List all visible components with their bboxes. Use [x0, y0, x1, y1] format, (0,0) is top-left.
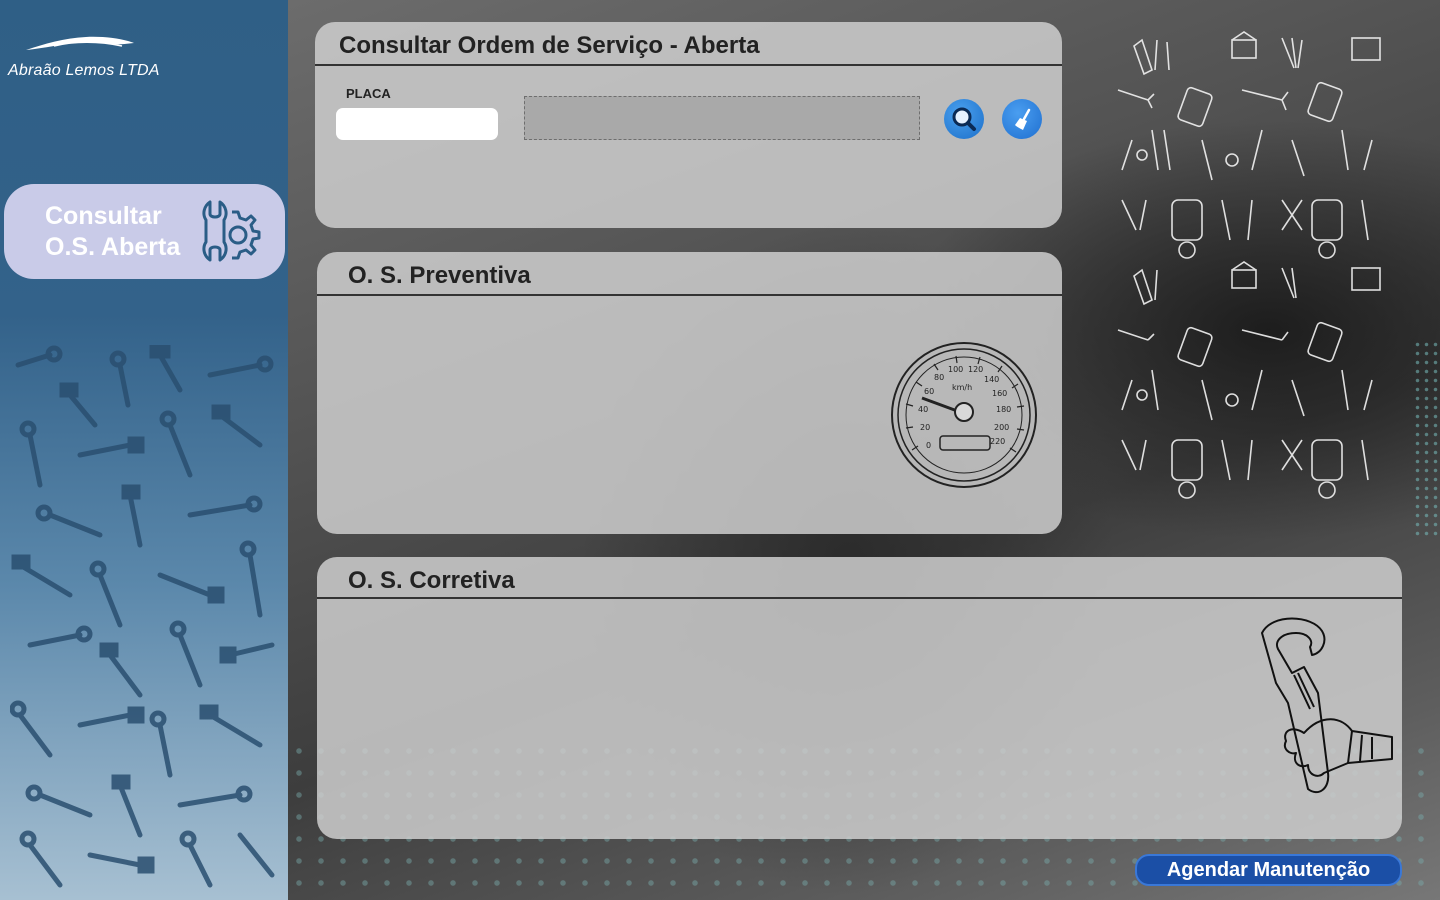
- brand-name: Abraão Lemos LTDA: [8, 62, 160, 79]
- title-divider: [317, 597, 1402, 599]
- consult-panel: Consultar Ordem de Serviço - Aberta PLAC…: [315, 22, 1062, 228]
- hand-wrench-icon: [1261, 617, 1393, 794]
- title-divider: [317, 294, 1062, 296]
- svg-text:40: 40: [918, 405, 928, 414]
- clear-button[interactable]: [1002, 99, 1042, 139]
- preventiva-panel: O. S. Preventiva 0 20 40 60 80 100 120 140 160…: [317, 252, 1062, 534]
- sidebar: Abraão Lemos LTDA Consultar O.S. Aberta: [0, 0, 288, 900]
- corretiva-panel-title: O. S. Corretiva: [348, 567, 515, 594]
- svg-text:160: 160: [992, 389, 1007, 398]
- search-button[interactable]: [944, 99, 984, 139]
- preventiva-panel-title: O. S. Preventiva: [348, 262, 531, 289]
- title-divider: [315, 64, 1062, 66]
- brand-logo: Abraão Lemos LTDA: [8, 30, 208, 86]
- svg-text:200: 200: [994, 423, 1009, 432]
- search-icon: [952, 107, 976, 131]
- svg-text:120: 120: [968, 365, 983, 374]
- svg-text:180: 180: [996, 405, 1011, 414]
- corretiva-panel: O. S. Corretiva: [317, 557, 1402, 839]
- svg-text:100: 100: [948, 365, 963, 374]
- wrench-gear-icon: [202, 200, 261, 262]
- svg-text:220: 220: [990, 437, 1005, 446]
- tools-doodle-pattern: [1117, 31, 1381, 499]
- nav-card-label: Consultar O.S. Aberta: [45, 202, 181, 261]
- svg-text:0: 0: [926, 441, 931, 450]
- placa-label: PLACA: [346, 86, 391, 101]
- svg-text:60: 60: [924, 387, 934, 396]
- tools-pattern: [10, 345, 275, 888]
- placa-input[interactable]: [336, 108, 498, 140]
- car-silhouette-icon: [26, 36, 134, 50]
- consult-panel-title: Consultar Ordem de Serviço - Aberta: [339, 32, 760, 59]
- svg-text:20: 20: [920, 423, 930, 432]
- decorative-dots-right: [1413, 340, 1440, 540]
- nav-consultar-os-aberta[interactable]: Consultar O.S. Aberta: [4, 184, 285, 279]
- svg-text:km/h: km/h: [952, 383, 972, 392]
- svg-text:80: 80: [934, 373, 944, 382]
- agendar-manutencao-button[interactable]: Agendar Manutenção: [1135, 854, 1402, 886]
- speedometer-icon: 0 20 40 6080 100 120140 160 180 200 220 km/h: [891, 342, 1037, 488]
- broom-icon: [1015, 108, 1031, 130]
- os-result-field: [524, 96, 920, 140]
- svg-text:140: 140: [984, 375, 999, 384]
